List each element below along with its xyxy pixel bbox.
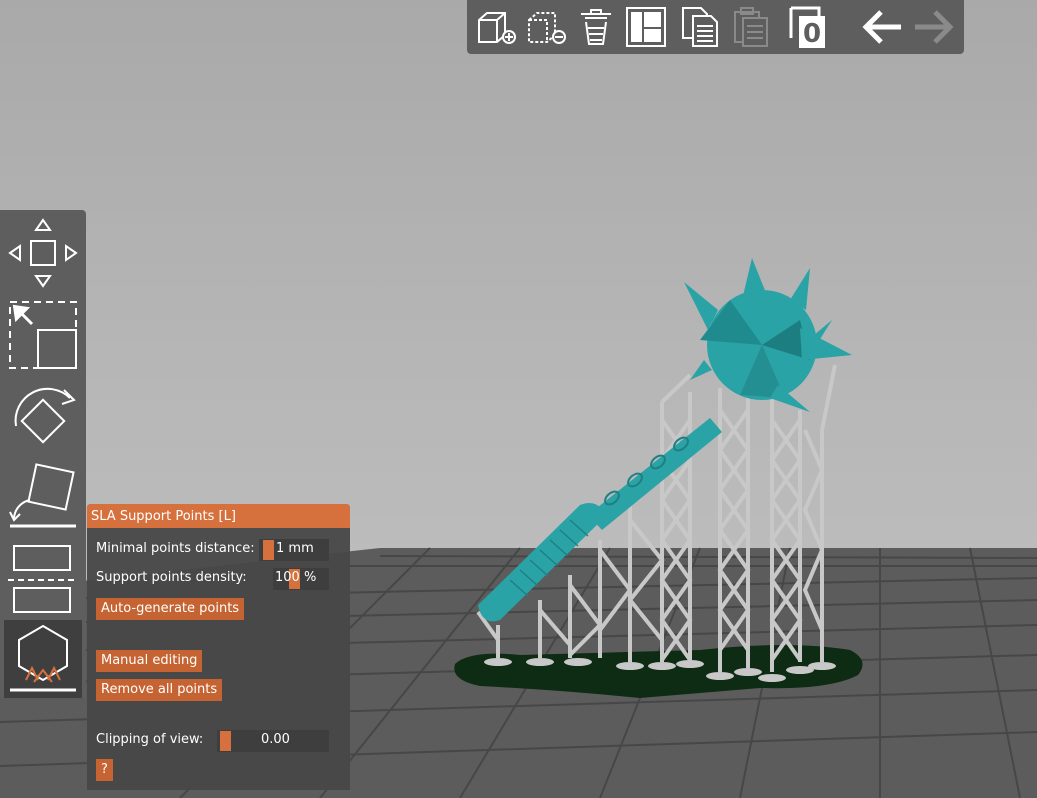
sla-support-points-panel: SLA Support Points [L] Minimal points di…: [87, 504, 350, 790]
clipping-value: 0.00: [261, 732, 290, 747]
min-distance-value: 1 mm: [276, 541, 314, 556]
copy-icon[interactable]: [679, 4, 725, 50]
density-value: 100 %: [275, 570, 317, 585]
scale-icon[interactable]: [4, 296, 82, 374]
manual-editing-button[interactable]: Manual editing: [96, 650, 203, 672]
clipping-slider-grab[interactable]: [220, 731, 231, 751]
cut-icon[interactable]: [4, 540, 82, 618]
left-toolbar: [0, 210, 86, 698]
add-object-icon[interactable]: [473, 4, 519, 50]
paste-icon[interactable]: [729, 4, 775, 50]
auto-generate-button[interactable]: Auto-generate points: [96, 598, 245, 620]
remove-all-points-button[interactable]: Remove all points: [96, 679, 223, 701]
min-distance-slider[interactable]: 1 mm: [259, 539, 329, 561]
help-button[interactable]: ?: [96, 759, 113, 781]
clipping-label: Clipping of view:: [96, 732, 204, 747]
density-label: Support points density:: [96, 570, 247, 585]
panel-title: SLA Support Points [L]: [87, 504, 350, 528]
density-slider[interactable]: 100 %: [273, 568, 329, 590]
min-distance-slider-grab[interactable]: [263, 540, 274, 560]
rotate-icon[interactable]: [4, 378, 82, 456]
redo-icon[interactable]: [911, 4, 957, 50]
remove-object-icon[interactable]: [523, 4, 569, 50]
min-distance-label: Minimal points distance:: [96, 541, 255, 556]
sla-support-points-icon[interactable]: [4, 620, 82, 698]
instances-icon[interactable]: 0: [785, 4, 831, 50]
top-toolbar: 0: [467, 0, 964, 54]
place-on-face-icon[interactable]: [4, 460, 82, 538]
instances-count: 0: [803, 19, 821, 49]
clipping-slider[interactable]: 0.00: [217, 730, 329, 752]
delete-all-icon[interactable]: [573, 4, 619, 50]
arrange-icon[interactable]: [623, 4, 669, 50]
undo-icon[interactable]: [859, 4, 905, 50]
move-icon[interactable]: [4, 214, 82, 292]
